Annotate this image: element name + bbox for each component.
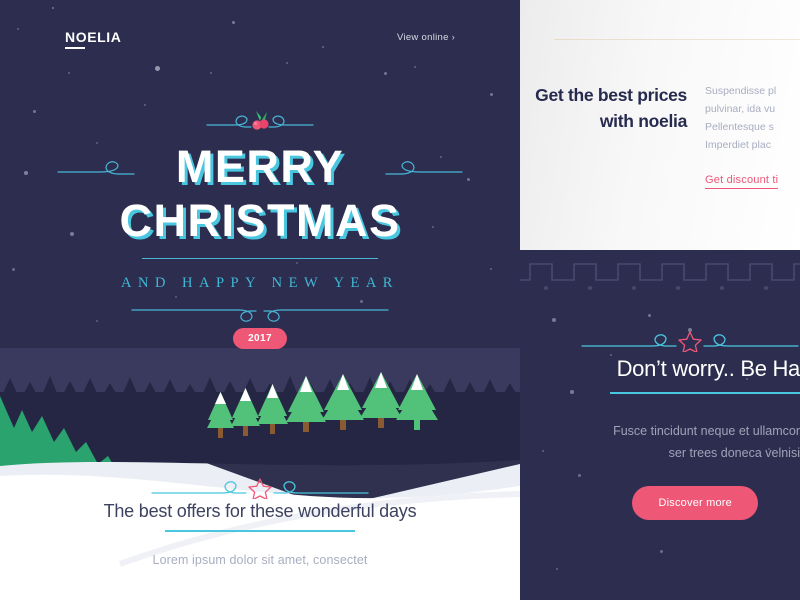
star-flourish-icon (151, 478, 369, 499)
prices-body-line: pulvinar, ida vu (705, 103, 776, 115)
headline-merry: MERRY (175, 141, 345, 192)
flourish-left-icon (57, 161, 135, 175)
prices-heading: Get the best prices with noelia (520, 82, 705, 189)
email-template-preview: NOELIA View online › MERRY CHRISTMAS AND… (0, 0, 800, 600)
prices-card: Get the best prices with noelia Suspendi… (520, 0, 800, 250)
discover-more-button[interactable]: Discover more (632, 485, 758, 520)
chevron-right-icon: › (451, 31, 455, 42)
offers-underline (165, 530, 355, 532)
brand-logo[interactable]: NOELIA (65, 29, 122, 49)
dont-worry-body-line-1: Fusce tincidunt neque et ullamcor (613, 423, 800, 438)
prices-body-line: Imperdiet plac (705, 139, 771, 151)
headline-line-1: MERRY (0, 140, 520, 194)
flourish-right-icon (385, 161, 463, 175)
dark-card-ornament (520, 328, 800, 354)
offers-block: The best offers for these wonderful days… (0, 475, 520, 600)
offers-subtitle: Lorem ipsum dolor sit amet, consectet (152, 552, 368, 567)
dont-worry-body-line-2: ser trees doneca velnisi (668, 445, 800, 460)
holly-berry-icon (0, 108, 520, 138)
dont-worry-content: Don’t worry.. Be Ha Fusce tincidunt nequ… (520, 328, 800, 520)
prices-body-line: Pellentesque s (705, 121, 774, 133)
hero-block: MERRY CHRISTMAS AND HAPPY NEW YEAR 2017 (0, 108, 520, 349)
view-online-label: View online (396, 31, 449, 43)
dont-worry-card: Don’t worry.. Be Ha Fusce tincidunt nequ… (520, 250, 800, 600)
email-header: NOELIA View online › (0, 24, 520, 50)
castellated-border-icon (520, 263, 800, 281)
prices-heading-line-1: Get the best prices (535, 85, 687, 105)
offers-title: The best offers for these wonderful days (103, 501, 417, 521)
headline-line-2: CHRISTMAS (0, 194, 520, 248)
hero-subtitle: AND HAPPY NEW YEAR (121, 275, 399, 291)
dont-worry-title: Don’t worry.. Be Ha (616, 356, 800, 381)
card-hairline-divider (554, 39, 800, 40)
right-column: Get the best prices with noelia Suspendi… (520, 0, 800, 600)
get-discount-link[interactable]: Get discount ti (705, 174, 779, 189)
swirl-divider-icon (131, 309, 389, 322)
prices-heading-line-2: with noelia (599, 111, 687, 131)
divider-top (142, 258, 378, 259)
prices-body: Suspendisse pl pulvinar, ida vu Pellente… (705, 82, 800, 189)
hero-swirl-divider (0, 306, 520, 328)
year-badge: 2017 (233, 328, 287, 349)
star-flourish-icon (581, 331, 799, 352)
view-online-link[interactable]: View online › (397, 32, 455, 43)
headline-christmas: CHRISTMAS (119, 195, 401, 246)
offers-ornament (0, 475, 520, 501)
dot-row (520, 286, 800, 292)
dont-worry-underline (610, 392, 800, 394)
hero-panel: NOELIA View online › MERRY CHRISTMAS AND… (0, 0, 520, 600)
prices-body-line: Suspendisse pl (705, 85, 777, 97)
dont-worry-body: Fusce tincidunt neque et ullamcor ser tr… (520, 420, 800, 464)
